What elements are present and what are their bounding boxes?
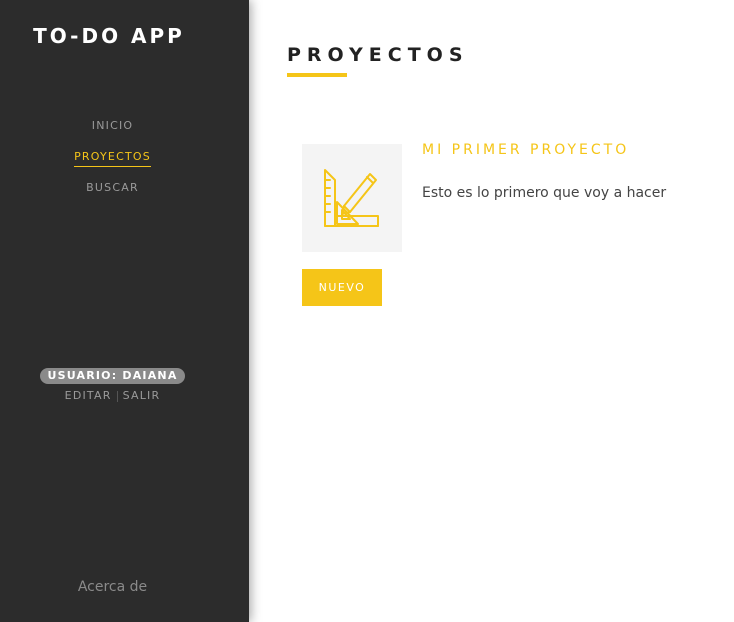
user-block: USUARIO: DAIANA EDITAR SALIR [0, 364, 225, 402]
sidebar-nav: INICIO PROYECTOS BUSCAR [0, 118, 225, 211]
new-button[interactable]: NUEVO [302, 269, 382, 306]
ruler-pencil-icon [324, 169, 379, 227]
edit-user-link[interactable]: EDITAR [65, 389, 112, 402]
nav-item-buscar[interactable]: BUSCAR [0, 180, 225, 211]
sidebar: TO-DO APP INICIO PROYECTOS BUSCAR USUARI… [0, 0, 249, 622]
page-title: PROYECTOS [287, 44, 469, 66]
about-link[interactable]: Acerca de [0, 579, 225, 595]
divider [116, 390, 118, 402]
title-underline [287, 73, 347, 77]
project-description: Esto es lo primero que voy a hacer [422, 185, 667, 201]
app-window: TO-DO APP INICIO PROYECTOS BUSCAR USUARI… [0, 0, 734, 622]
app-brand: TO-DO APP [33, 24, 185, 48]
logout-link[interactable]: SALIR [123, 389, 161, 402]
nav-item-label: BUSCAR [86, 181, 139, 194]
user-badge: USUARIO: DAIANA [40, 368, 185, 384]
user-actions: EDITAR SALIR [0, 389, 225, 402]
nav-item-label: INICIO [91, 119, 134, 132]
project-title[interactable]: MI PRIMER PROYECTO [422, 142, 629, 158]
nav-item-inicio[interactable]: INICIO [0, 118, 225, 149]
project-thumbnail[interactable] [302, 144, 402, 252]
nav-item-proyectos[interactable]: PROYECTOS [0, 149, 225, 180]
nav-item-label: PROYECTOS [74, 149, 151, 167]
